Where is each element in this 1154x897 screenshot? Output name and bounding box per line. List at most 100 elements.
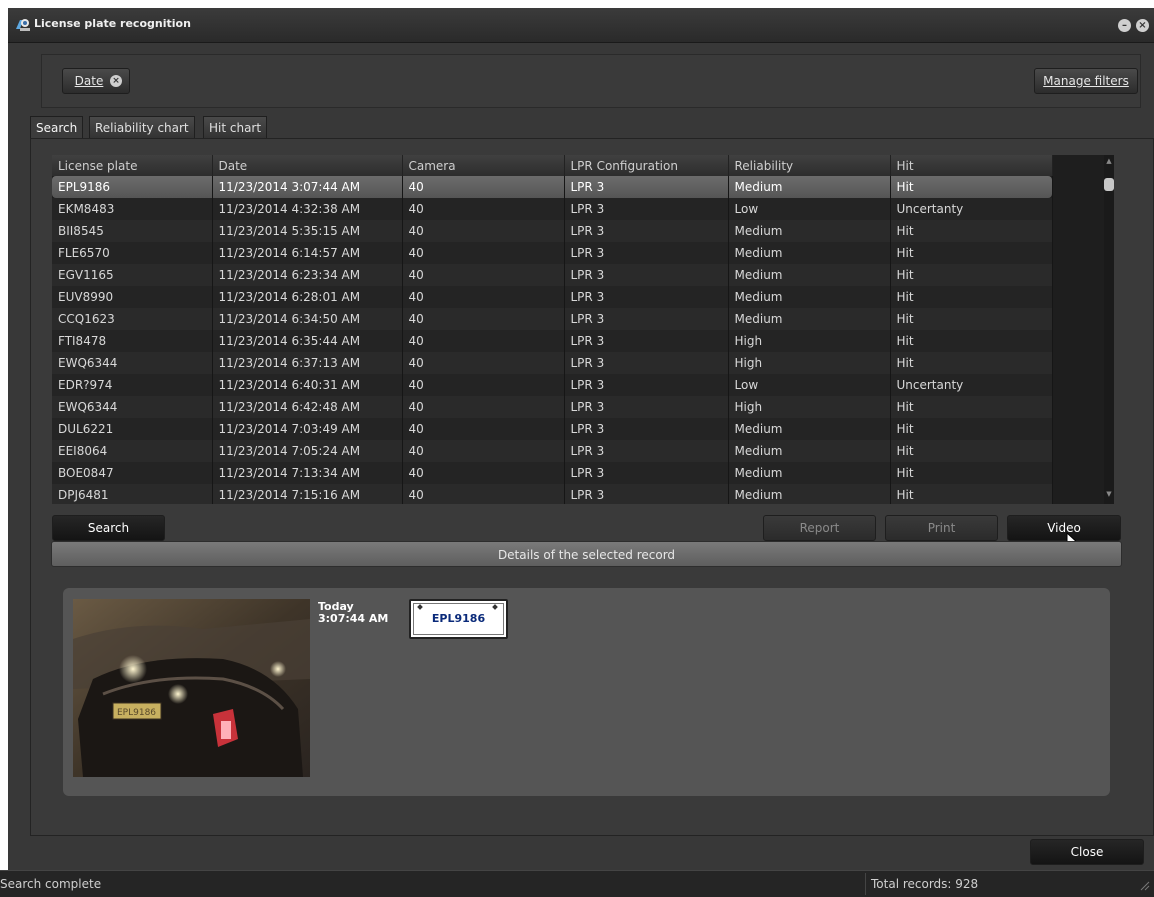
title-bar: License plate recognition – × bbox=[8, 8, 1154, 43]
license-plate-cell: EWQ6344 bbox=[52, 352, 213, 374]
tab-search[interactable]: Search bbox=[30, 116, 84, 138]
scrollbar-thumb[interactable] bbox=[1104, 178, 1114, 191]
hit-cell: Hit bbox=[890, 242, 1053, 264]
total-records: Total records: 928 bbox=[871, 877, 979, 891]
reliability-cell: High bbox=[728, 352, 891, 374]
table-row[interactable]: DPJ6481 11/23/2014 7:15:16 AM 40 LPR 3 Mediu… bbox=[52, 484, 1053, 504]
license-plate-cell: EDR?974 bbox=[52, 374, 213, 396]
lpr-configuration-cell: LPR 3 bbox=[564, 462, 729, 484]
close-button[interactable]: Close bbox=[1030, 839, 1144, 865]
results-table[interactable]: License plate Date Camera LPR Configurat… bbox=[52, 155, 1114, 504]
table-row[interactable]: EUV8990 11/23/2014 6:28:01 AM 40 LPR 3 Mediu… bbox=[52, 286, 1053, 308]
camera-lpr-icon bbox=[16, 19, 30, 31]
license-plate-cell: EWQ6344 bbox=[52, 396, 213, 418]
hit-cell: Hit bbox=[890, 396, 1053, 418]
minimize-icon[interactable]: – bbox=[1118, 19, 1131, 32]
table-row[interactable]: FTI8478 11/23/2014 6:35:44 AM 40 LPR 3 High H… bbox=[52, 330, 1053, 352]
tab-reliability-chart[interactable]: Reliability chart bbox=[89, 116, 195, 138]
recognized-plate: EPL9186 bbox=[409, 599, 508, 639]
camera-cell: 40 bbox=[402, 264, 565, 286]
remove-filter-icon[interactable]: × bbox=[110, 75, 122, 87]
resize-grip-icon[interactable] bbox=[1138, 879, 1150, 891]
table-row[interactable]: EWQ6344 11/23/2014 6:37:13 AM 40 LPR 3 High H… bbox=[52, 352, 1053, 374]
manage-filters-button[interactable]: Manage filters bbox=[1034, 68, 1138, 94]
date-filter-chip[interactable]: Date × bbox=[62, 68, 130, 94]
video-button[interactable]: Video bbox=[1007, 515, 1121, 541]
column-header-date[interactable]: Date bbox=[212, 155, 403, 176]
camera-cell: 40 bbox=[402, 286, 565, 308]
column-header-camera[interactable]: Camera bbox=[402, 155, 565, 176]
table-row[interactable]: EWQ6344 11/23/2014 6:42:48 AM 40 LPR 3 High H… bbox=[52, 396, 1053, 418]
window-title: License plate recognition bbox=[34, 17, 191, 30]
table-row[interactable]: EDR?974 11/23/2014 6:40:31 AM 40 LPR 3 Low Un… bbox=[52, 374, 1053, 396]
date-cell: 11/23/2014 7:13:34 AM bbox=[212, 462, 403, 484]
table-scrollbar[interactable]: ▲ ▼ bbox=[1104, 155, 1114, 504]
camera-cell: 40 bbox=[402, 220, 565, 242]
license-plate-cell: EPL9186 bbox=[52, 176, 213, 198]
reliability-cell: Medium bbox=[728, 308, 891, 330]
column-header-reliability[interactable]: Reliability bbox=[728, 155, 891, 176]
license-plate-cell: EKM8483 bbox=[52, 198, 213, 220]
lpr-configuration-cell: LPR 3 bbox=[564, 176, 729, 198]
camera-cell: 40 bbox=[402, 440, 565, 462]
reliability-cell: Low bbox=[728, 374, 891, 396]
table-row[interactable]: FLE6570 11/23/2014 6:14:57 AM 40 LPR 3 Mediu… bbox=[52, 242, 1053, 264]
hit-cell: Hit bbox=[890, 264, 1053, 286]
reliability-cell: Medium bbox=[728, 440, 891, 462]
lpr-configuration-cell: LPR 3 bbox=[564, 440, 729, 462]
scroll-up-icon[interactable]: ▲ bbox=[1104, 155, 1114, 167]
camera-cell: 40 bbox=[402, 198, 565, 220]
print-button[interactable]: Print bbox=[885, 515, 998, 541]
camera-cell: 40 bbox=[402, 374, 565, 396]
search-button[interactable]: Search bbox=[52, 515, 165, 541]
lpr-window: License plate recognition – × Date × Man… bbox=[8, 8, 1154, 896]
hit-cell: Uncertanty bbox=[890, 198, 1053, 220]
reliability-cell: Medium bbox=[728, 264, 891, 286]
reliability-cell: Medium bbox=[728, 220, 891, 242]
table-row-selected[interactable]: EPL9186 11/23/2014 3:07:44 AM 40 LPR 3 Mediu… bbox=[52, 176, 1053, 198]
camera-cell: 40 bbox=[402, 176, 565, 198]
table-row[interactable]: BII8545 11/23/2014 5:35:15 AM 40 LPR 3 Mediu… bbox=[52, 220, 1053, 242]
reliability-cell: Medium bbox=[728, 484, 891, 504]
date-cell: 11/23/2014 6:23:34 AM bbox=[212, 264, 403, 286]
table-row[interactable]: BOE0847 11/23/2014 7:13:34 AM 40 LPR 3 Mediu… bbox=[52, 462, 1053, 484]
reliability-cell: Medium bbox=[728, 286, 891, 308]
license-plate-cell: BII8545 bbox=[52, 220, 213, 242]
reliability-cell: Medium bbox=[728, 242, 891, 264]
vehicle-snapshot-image[interactable]: EPL9186 bbox=[73, 599, 310, 777]
table-row[interactable]: DUL6221 11/23/2014 7:03:49 AM 40 LPR 3 Mediu… bbox=[52, 418, 1053, 440]
status-divider bbox=[865, 873, 866, 895]
license-plate-cell: BOE0847 bbox=[52, 462, 213, 484]
reliability-cell: Medium bbox=[728, 176, 891, 198]
details-header[interactable]: Details of the selected record bbox=[51, 541, 1122, 567]
column-header-license-plate[interactable]: License plate bbox=[52, 155, 213, 176]
snapshot-plate-text: EPL9186 bbox=[117, 708, 156, 718]
table-row[interactable]: CCQ1623 11/23/2014 6:34:50 AM 40 LPR 3 Mediu… bbox=[52, 308, 1053, 330]
column-header-hit[interactable]: Hit bbox=[890, 155, 1053, 176]
lpr-configuration-cell: LPR 3 bbox=[564, 198, 729, 220]
license-plate-cell: FLE6570 bbox=[52, 242, 213, 264]
license-plate-cell: EEI8064 bbox=[52, 440, 213, 462]
hit-cell: Hit bbox=[890, 418, 1053, 440]
reliability-cell: High bbox=[728, 396, 891, 418]
hit-cell: Hit bbox=[890, 286, 1053, 308]
table-row[interactable]: EEI8064 11/23/2014 7:05:24 AM 40 LPR 3 Mediu… bbox=[52, 440, 1053, 462]
reliability-cell: Low bbox=[728, 198, 891, 220]
license-plate-cell: DUL6221 bbox=[52, 418, 213, 440]
lpr-configuration-cell: LPR 3 bbox=[564, 220, 729, 242]
license-plate-cell: FTI8478 bbox=[52, 330, 213, 352]
hit-cell: Hit bbox=[890, 220, 1053, 242]
tab-hit-chart[interactable]: Hit chart bbox=[203, 116, 268, 138]
table-row[interactable]: EKM8483 11/23/2014 4:32:38 AM 40 LPR 3 Low Un… bbox=[52, 198, 1053, 220]
reliability-cell: High bbox=[728, 330, 891, 352]
camera-cell: 40 bbox=[402, 330, 565, 352]
camera-cell: 40 bbox=[402, 242, 565, 264]
column-header-lpr-configuration[interactable]: LPR Configuration bbox=[564, 155, 729, 176]
scroll-down-icon[interactable]: ▼ bbox=[1104, 488, 1114, 500]
table-row[interactable]: EGV1165 11/23/2014 6:23:34 AM 40 LPR 3 Mediu… bbox=[52, 264, 1053, 286]
report-button[interactable]: Report bbox=[763, 515, 876, 541]
close-icon[interactable]: × bbox=[1136, 19, 1149, 32]
lpr-configuration-cell: LPR 3 bbox=[564, 418, 729, 440]
hit-cell: Hit bbox=[890, 484, 1053, 504]
hit-cell: Hit bbox=[890, 308, 1053, 330]
